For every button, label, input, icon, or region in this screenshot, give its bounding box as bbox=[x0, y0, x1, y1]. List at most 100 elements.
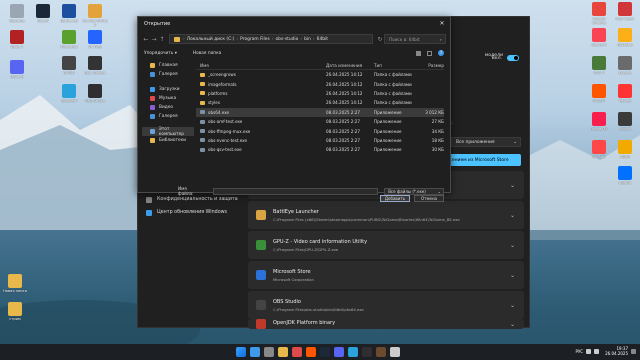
nav-item[interactable]: Видео bbox=[142, 103, 194, 112]
breadcrumb-item[interactable]: Program Files bbox=[240, 37, 270, 42]
desktop-icon[interactable]: Opera GX bbox=[586, 112, 612, 131]
taskbar-app-icon[interactable] bbox=[292, 347, 302, 357]
desktop-icon[interactable]: Google Chrome bbox=[586, 2, 612, 25]
file-row[interactable]: platforms 26.04.2025 14:12 Папка с файлами bbox=[196, 89, 444, 98]
app-card[interactable]: OpenJDK Platform binary ⌄ bbox=[248, 319, 524, 329]
app-card[interactable]: BattlEye Launcher C:\Program Files (x86)\… bbox=[248, 201, 524, 229]
language-indicator[interactable]: РУС bbox=[575, 349, 583, 354]
file-row[interactable]: obs-amf-test.exe 08.03.2025 2:27 Приложени… bbox=[196, 117, 444, 126]
chevron-down-icon[interactable]: ⌄ bbox=[510, 272, 524, 279]
desktop-icon[interactable]: Escape bbox=[612, 56, 638, 75]
taskbar-app-icon[interactable] bbox=[320, 347, 330, 357]
desktop-icon[interactable]: VK Play bbox=[82, 30, 108, 49]
volume-icon[interactable] bbox=[594, 348, 600, 354]
all-apps-select[interactable]: Все приложения ⌄ bbox=[451, 137, 521, 147]
desktop-icon[interactable]: Корзина bbox=[4, 4, 30, 23]
column-header[interactable]: Тип bbox=[374, 63, 414, 68]
desktop-icon[interactable]: Valorant bbox=[586, 28, 612, 47]
file-row[interactable]: obs64.exe 08.03.2025 2:27 Приложение 3 012 … bbox=[196, 107, 444, 117]
preview-pane-icon[interactable] bbox=[427, 50, 432, 56]
nav-item[interactable]: Этот компьютер bbox=[142, 127, 194, 137]
taskbar-app-icon[interactable] bbox=[348, 347, 358, 357]
desktop-icon[interactable]: Counter-Strike 2 bbox=[82, 4, 108, 27]
search-input[interactable]: Поиск в: 64bit ⌕ bbox=[384, 34, 446, 44]
app-card[interactable]: Microsoft Store Microsoft Corporation ⌄ bbox=[248, 261, 524, 289]
column-header[interactable]: Размер bbox=[414, 63, 444, 68]
file-row[interactable]: imageformats 26.04.2025 14:12 Папка с файл… bbox=[196, 79, 444, 88]
taskbar-app-icon[interactable] bbox=[278, 347, 288, 357]
desktop-icon[interactable]: Steam bbox=[30, 4, 56, 23]
app-card[interactable]: GPU-Z - Video card information Utility C:… bbox=[248, 231, 524, 259]
file-row[interactable]: obs-nvenc-test.exe 08.03.2025 2:27 Приложе… bbox=[196, 136, 444, 145]
refresh-icon[interactable]: ↻ bbox=[376, 36, 384, 43]
start-icon[interactable] bbox=[236, 347, 246, 357]
desktop-icon[interactable]: CPUID bbox=[56, 56, 82, 75]
desktop-icon[interactable]: OBS Studio bbox=[82, 84, 108, 103]
app-card[interactable]: OBS Studio C:\Program Files\obs-studio\bi… bbox=[248, 291, 524, 319]
desktop-icon[interactable]: Yandex bbox=[612, 84, 638, 103]
desktop-icon[interactable]: Epic Games bbox=[82, 56, 108, 75]
file-row[interactable]: _screengrows 26.04.2025 14:12 Папка с файл… bbox=[196, 70, 444, 79]
desktop-icon[interactable]: EA App bbox=[586, 140, 612, 159]
desktop-icon[interactable]: FACEIT bbox=[586, 84, 612, 103]
forward-arrow-icon[interactable]: → bbox=[150, 36, 158, 43]
taskbar-app-icon[interactable] bbox=[334, 347, 344, 357]
back-arrow-icon[interactable]: ← bbox=[142, 36, 150, 43]
help-icon[interactable]: ? bbox=[438, 50, 444, 56]
nav-item[interactable]: Главная bbox=[142, 61, 194, 70]
close-icon[interactable]: ✕ bbox=[437, 19, 447, 28]
taskbar-app-icon[interactable] bbox=[264, 347, 274, 357]
taskbar-app-icon[interactable] bbox=[250, 347, 260, 357]
taskbar-app-icon[interactable] bbox=[376, 347, 386, 357]
settings-sidebar-item[interactable]: Центр обновления Windows bbox=[138, 206, 244, 219]
breadcrumb-item[interactable]: bin bbox=[304, 37, 311, 42]
organize-button[interactable]: Упорядочить ▾ bbox=[144, 51, 177, 56]
file-row[interactable]: obs-ffmpeg-mux.exe 08.03.2025 2:27 Приложе… bbox=[196, 126, 444, 135]
nav-item[interactable]: Галерея bbox=[142, 70, 194, 79]
desktop-icon[interactable]: Dota 2 bbox=[4, 30, 30, 49]
chevron-down-icon[interactable]: ⌄ bbox=[510, 302, 524, 309]
clock[interactable]: 19:37 26.04.2025 bbox=[605, 346, 628, 356]
filetype-select[interactable]: Все файлы (*.exe) ⌄ bbox=[384, 187, 444, 195]
filename-input[interactable] bbox=[212, 187, 379, 195]
desktop-icon[interactable]: Discord bbox=[4, 60, 30, 79]
chevron-down-icon[interactable]: ⌄ bbox=[510, 321, 524, 328]
taskbar-app-icon[interactable] bbox=[362, 347, 372, 357]
chevron-down-icon[interactable]: ⌄ bbox=[510, 242, 524, 249]
breadcrumb-item[interactable]: 64bit bbox=[317, 37, 328, 42]
toggle-switch[interactable] bbox=[507, 55, 519, 61]
desktop-icon[interactable]: Telegram bbox=[56, 84, 82, 103]
cancel-button[interactable]: Отмена bbox=[414, 195, 444, 202]
desktop-folder[interactable]: Новая папка bbox=[2, 274, 28, 293]
breadcrumb-item[interactable]: Локальный диск (C:) bbox=[187, 37, 235, 42]
file-row[interactable]: styles 26.04.2025 14:12 Папка с файлами bbox=[196, 98, 444, 107]
wifi-icon[interactable] bbox=[586, 348, 592, 354]
new-folder-button[interactable]: Новая папка bbox=[193, 51, 221, 56]
taskbar-app-icon[interactable] bbox=[306, 347, 316, 357]
desktop-icon[interactable]: Ubisoft bbox=[612, 166, 638, 185]
chevron-down-icon[interactable]: ⌄ bbox=[510, 212, 524, 219]
desktop-icon[interactable]: Rockstar bbox=[612, 28, 638, 47]
desktop-icon[interactable]: Minecraft bbox=[56, 30, 82, 49]
desktop-icon[interactable]: PUBG bbox=[612, 140, 638, 159]
taskbar-app-icon[interactable] bbox=[390, 347, 400, 357]
desktop-folder[interactable]: стрим bbox=[2, 302, 28, 321]
view-icon[interactable] bbox=[416, 50, 421, 56]
file-row[interactable]: obs-qsv-test.exe 08.03.2025 2:27 Приложени… bbox=[196, 145, 444, 154]
chevron-down-icon[interactable]: ⌄ bbox=[510, 182, 524, 189]
open-button[interactable]: Добавить bbox=[380, 195, 410, 202]
breadcrumb-item[interactable]: obs-studio bbox=[276, 37, 299, 42]
address-bar[interactable]: › Локальный диск (C:) › Program Files › obs-s… bbox=[169, 34, 373, 44]
notifications-icon[interactable] bbox=[631, 348, 636, 354]
column-header[interactable]: Дата изменения bbox=[326, 63, 374, 68]
nav-item[interactable]: Библиотеки bbox=[142, 136, 194, 145]
desktop-icon[interactable]: GTA V bbox=[586, 56, 612, 75]
up-arrow-icon[interactable]: ↑ bbox=[158, 36, 166, 43]
nav-item[interactable]: Галерея bbox=[142, 112, 194, 121]
desktop-icon[interactable]: Roblox bbox=[612, 112, 638, 131]
column-header[interactable]: Имя bbox=[196, 63, 326, 68]
desktop-icon[interactable]: Battle.net bbox=[56, 4, 82, 23]
desktop-icon[interactable]: Riot Client bbox=[612, 2, 638, 21]
nav-item[interactable]: Музыка bbox=[142, 94, 194, 103]
nav-item[interactable]: Загрузки bbox=[142, 85, 194, 94]
